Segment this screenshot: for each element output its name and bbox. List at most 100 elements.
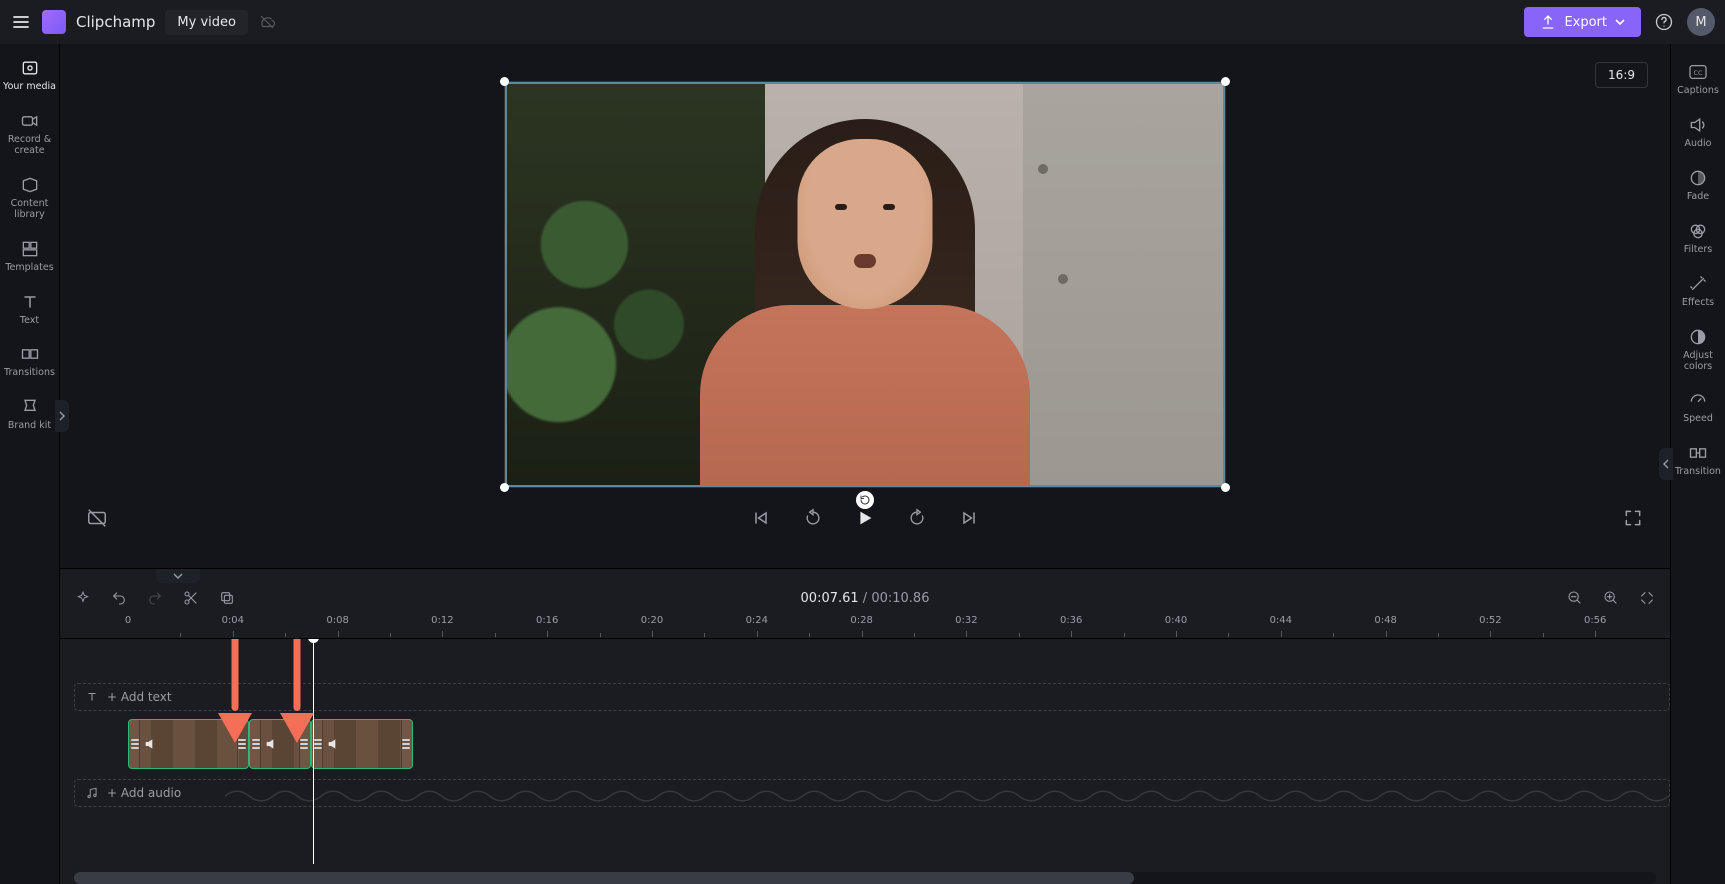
sidebar-item-effects[interactable]: Effects	[1669, 266, 1725, 319]
prev-frame-button[interactable]	[748, 505, 774, 531]
ruler-label: 0:56	[1584, 615, 1606, 626]
sidebar-item-fade[interactable]: Fade	[1669, 160, 1725, 213]
ruler-label: 0:12	[431, 615, 453, 626]
menu-button[interactable]	[10, 11, 32, 33]
video-clip[interactable]	[311, 719, 412, 769]
app-header: Clipchamp My video Export M	[0, 0, 1725, 44]
video-clip[interactable]	[128, 719, 249, 769]
music-icon	[85, 786, 99, 800]
sidebar-label: Captions	[1677, 86, 1719, 97]
sidebar-item-record-create[interactable]: Record & create	[1, 103, 59, 167]
captions-toggle[interactable]	[84, 505, 110, 531]
resize-handle-tl[interactable]	[500, 77, 509, 86]
sidebar-item-content-library[interactable]: Content library	[1, 167, 59, 231]
sparkle-icon	[75, 590, 91, 606]
speaker-icon	[326, 736, 342, 752]
ruler-label: 0:44	[1270, 615, 1292, 626]
ruler-label: 0:20	[641, 615, 663, 626]
ruler-label: 0:28	[850, 615, 872, 626]
fade-icon	[1688, 168, 1708, 188]
sidebar-label: Transitions	[4, 368, 55, 379]
sidebar-label: Fade	[1687, 192, 1709, 203]
sidebar-item-templates[interactable]: Templates	[1, 231, 59, 284]
scrollbar-thumb[interactable]	[74, 872, 1134, 884]
resize-handle-bl[interactable]	[500, 483, 509, 492]
speaker-icon	[1688, 115, 1708, 135]
copy-button[interactable]	[218, 589, 236, 607]
right-sidebar: CC Captions Audio Fade Filters Effects A…	[1670, 44, 1725, 884]
ruler-label: 0:04	[222, 615, 244, 626]
timeline-panel: 00:07.61 / 00:10.86 00:040:080:120:160:2…	[60, 568, 1670, 884]
sidebar-item-adjust-colors[interactable]: Adjust colors	[1669, 319, 1725, 383]
app-logo-icon	[42, 10, 66, 34]
fullscreen-button[interactable]	[1620, 505, 1646, 531]
rewind-button[interactable]	[800, 505, 826, 531]
forward-button[interactable]	[904, 505, 930, 531]
sidebar-label: Adjust colors	[1669, 351, 1725, 373]
zoom-out-button[interactable]	[1566, 589, 1584, 607]
total-time: 00:10.86	[871, 591, 929, 606]
add-text-label: + Add text	[107, 690, 172, 704]
user-avatar[interactable]: M	[1687, 8, 1715, 36]
fit-button[interactable]	[1638, 589, 1656, 607]
media-icon	[20, 58, 40, 78]
split-button[interactable]	[182, 589, 200, 607]
sidebar-item-speed[interactable]: Speed	[1669, 382, 1725, 435]
playhead[interactable]	[313, 639, 314, 864]
filters-icon	[1688, 221, 1708, 241]
sidebar-item-transitions[interactable]: Transitions	[1, 336, 59, 389]
aspect-ratio-button[interactable]: 16:9	[1595, 62, 1648, 88]
sidebar-label: Effects	[1682, 298, 1714, 309]
auto-tool[interactable]	[74, 589, 92, 607]
help-button[interactable]	[1651, 9, 1677, 35]
skip-forward-icon	[959, 508, 979, 528]
fit-icon	[1639, 590, 1655, 606]
project-name-input[interactable]: My video	[165, 10, 248, 35]
library-icon	[20, 175, 40, 195]
ruler-label: 0:24	[746, 615, 768, 626]
redo-button[interactable]	[146, 589, 164, 607]
undo-icon	[111, 590, 127, 606]
sidebar-item-your-media[interactable]: Your media	[1, 50, 59, 103]
ruler-label: 0:52	[1479, 615, 1501, 626]
sidebar-item-text[interactable]: Text	[1, 284, 59, 337]
add-audio-label: + Add audio	[107, 786, 181, 800]
zoom-in-button[interactable]	[1602, 589, 1620, 607]
forward-icon	[907, 508, 927, 528]
ruler-label: 0:36	[1060, 615, 1082, 626]
ruler-label: 0	[125, 615, 131, 626]
next-frame-button[interactable]	[956, 505, 982, 531]
transitions-icon	[20, 344, 40, 364]
copy-icon	[219, 590, 235, 606]
undo-button[interactable]	[110, 589, 128, 607]
play-button[interactable]	[852, 505, 878, 531]
sidebar-item-captions[interactable]: CC Captions	[1669, 54, 1725, 107]
export-button[interactable]: Export	[1524, 7, 1641, 37]
preview-stage: 16:9	[60, 44, 1670, 568]
sidebar-item-brand-kit[interactable]: Brand kit	[1, 389, 59, 442]
collapse-timeline-button[interactable]	[156, 569, 200, 583]
chevron-down-icon	[1615, 17, 1625, 27]
timeline-scrollbar[interactable]	[74, 872, 1656, 884]
sidebar-label: Brand kit	[8, 421, 51, 432]
wand-icon	[1688, 274, 1708, 294]
export-label: Export	[1564, 15, 1607, 30]
play-icon	[854, 507, 876, 529]
current-time: 00:07.61	[801, 591, 859, 606]
resize-handle-tr[interactable]	[1221, 77, 1230, 86]
sidebar-label: Audio	[1684, 139, 1711, 150]
video-preview[interactable]	[505, 82, 1225, 487]
timeline-ruler[interactable]: 00:040:080:120:160:200:240:280:320:360:4…	[60, 613, 1670, 639]
video-clip[interactable]	[249, 719, 312, 769]
sync-status-icon	[258, 13, 276, 31]
sidebar-item-transition[interactable]: Transition	[1669, 435, 1725, 488]
ruler-label: 0:08	[326, 615, 348, 626]
sidebar-item-audio[interactable]: Audio	[1669, 107, 1725, 160]
sidebar-item-filters[interactable]: Filters	[1669, 213, 1725, 266]
fullscreen-icon	[1623, 508, 1643, 528]
resize-handle-br[interactable]	[1221, 483, 1230, 492]
timeline-tracks[interactable]: + Add text + Add audio	[60, 639, 1670, 864]
chevron-down-icon	[173, 572, 183, 580]
text-icon	[20, 292, 40, 312]
rewind-icon	[803, 508, 823, 528]
